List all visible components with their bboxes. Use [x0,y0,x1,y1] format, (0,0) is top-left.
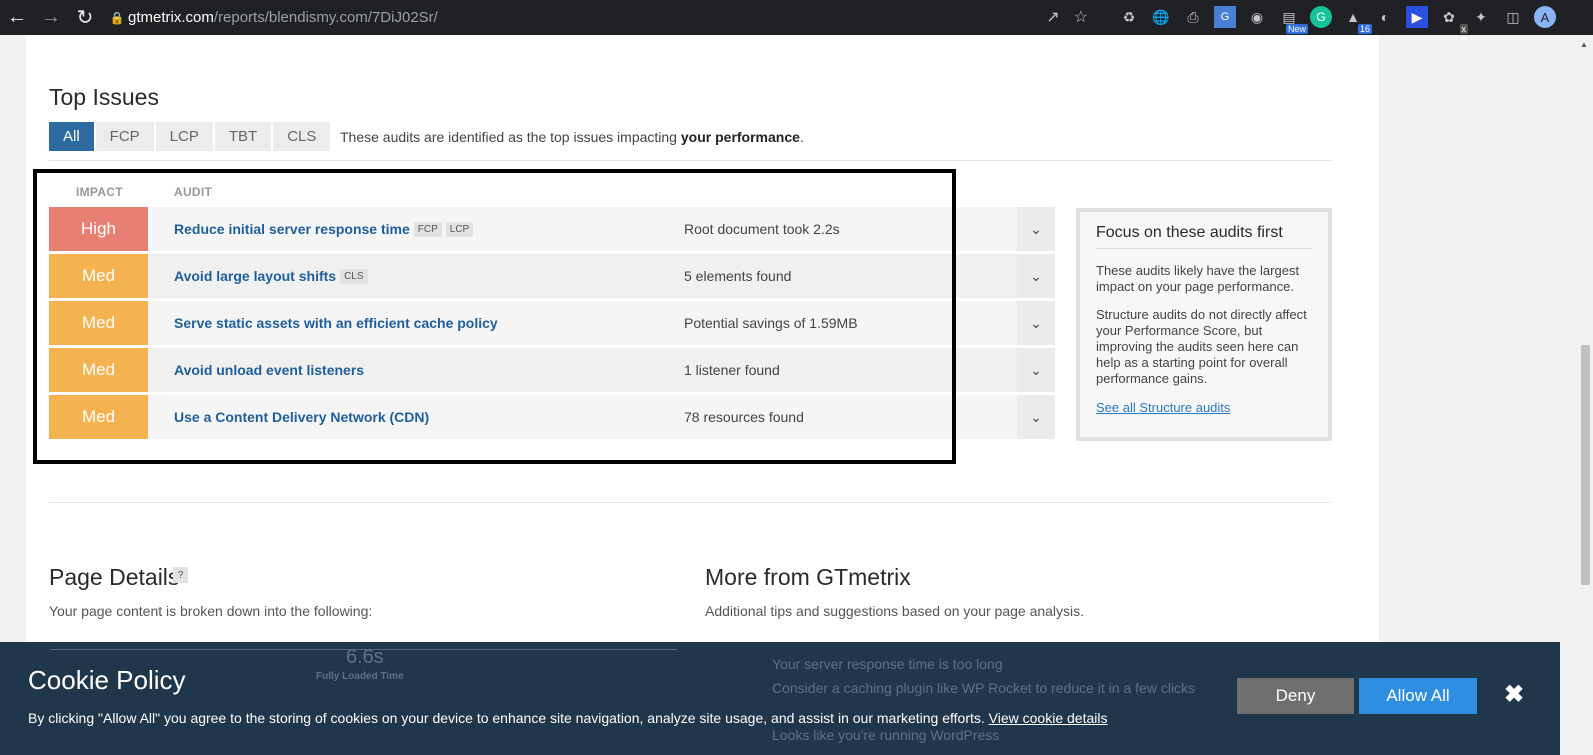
more-subtitle: Additional tips and suggestions based on… [705,603,1085,619]
video-extension-icon[interactable]: ▶ [1406,6,1428,28]
color-extension-icon[interactable]: ◐ [1374,6,1396,28]
expand-chevron-icon[interactable]: ⌄ [1017,301,1055,345]
tabs-note-suffix: . [799,129,804,145]
focus-panel-title: Focus on these audits first [1096,224,1312,249]
tab-all[interactable]: All [49,122,94,151]
tab-tbt[interactable]: TBT [214,122,272,151]
back-icon[interactable]: ← [0,6,34,29]
annotation-highlight-box [33,169,956,464]
x-badge: x [1459,24,1468,34]
tabs-note-text: These audits are identified as the top i… [340,129,681,145]
cookie-banner: 6.6s Fully Loaded Time Your server respo… [0,642,1560,755]
focus-audits-panel: Focus on these audits first These audits… [1076,208,1332,441]
globe-extension-icon[interactable]: 🌐 [1150,6,1172,28]
obscured-tip: Your server response time is too long [772,656,1003,672]
url-domain: gtmetrix.com [128,9,214,26]
lock-icon: 🔒 [109,10,125,25]
deny-button[interactable]: Deny [1237,678,1354,714]
tab-cls[interactable]: CLS [273,122,331,151]
printer-extension-icon[interactable]: ⎙ [1182,6,1204,28]
see-all-structure-audits-link[interactable]: See all Structure audits [1096,400,1230,415]
share-icon[interactable]: ↗ [1046,7,1059,27]
tabs-note: These audits are identified as the top i… [340,129,804,145]
focus-panel-text: These audits likely have the largest imp… [1096,263,1300,294]
graduation-extension-icon[interactable]: ▲ 16 [1342,6,1372,34]
obscured-tip: Looks like you're running WordPress [772,727,1000,743]
obscured-fully-loaded: 6.6s [346,646,384,668]
url-path: /reports/blendismy.com/7DiJ02Sr/ [213,9,438,26]
extensions-bar: ♻ 🌐 ⎙ G ◉ ▤ New G ▲ 16 ◐ ▶ ✿ x ✦ ◫ A [1118,6,1556,34]
scrollbar-thumb[interactable] [1581,345,1590,585]
count-badge: 16 [1357,24,1372,34]
tab-lcp[interactable]: LCP [155,122,213,151]
more-from-gtmetrix-title: More from GTmetrix [705,564,911,590]
profile-avatar[interactable]: A [1534,6,1556,28]
obscured-fully-loaded-label: Fully Loaded Time [316,671,404,682]
help-icon[interactable]: ? [173,567,188,583]
reload-icon[interactable]: ↻ [68,5,102,30]
divider [49,502,1331,503]
focus-panel-text: Structure audits do not directly affect … [1096,307,1307,386]
top-issues-title: Top Issues [49,84,159,110]
issue-filter-tabs: All FCP LCP TBT CLS [49,122,331,151]
expand-chevron-icon[interactable]: ⌄ [1017,207,1055,251]
expand-chevron-icon[interactable]: ⌄ [1017,254,1055,298]
close-icon[interactable]: ✖ [1504,680,1524,709]
cookie-message-text: By clicking "Allow All" you agree to the… [28,710,985,726]
scroll-up-arrow-icon[interactable]: ▲ [1580,40,1588,49]
page-details-subtitle: Your page content is broken down into th… [49,603,373,619]
leaf-extension-icon[interactable]: ✿ x [1438,6,1468,34]
divider [49,160,1331,161]
expand-chevron-icon[interactable]: ⌄ [1017,348,1055,392]
sidebar-toggle-icon[interactable]: ◫ [1502,6,1524,28]
new-extension-icon[interactable]: ▤ New [1278,6,1308,34]
expand-chevron-icon[interactable]: ⌄ [1017,395,1055,439]
recycle-extension-icon[interactable]: ♻ [1118,6,1140,28]
tab-fcp[interactable]: FCP [95,122,154,151]
new-badge: New [1285,24,1308,34]
camera-extension-icon[interactable]: ◉ [1246,6,1268,28]
cookie-message: By clicking "Allow All" you agree to the… [28,710,1107,726]
tabs-note-bold: your performance [680,129,800,145]
cookie-policy-title: Cookie Policy [28,665,186,695]
page-details-title: Page Details [49,564,180,590]
forward-icon[interactable]: → [34,6,68,29]
grammarly-extension-icon[interactable]: G [1310,6,1332,28]
translate-extension-icon[interactable]: G [1214,6,1236,28]
bookmark-star-icon[interactable]: ☆ [1074,7,1088,27]
address-bar[interactable]: 🔒 gtmetrix.com/reports/blendismy.com/7Di… [106,3,1100,32]
allow-all-button[interactable]: Allow All [1359,678,1477,714]
obscured-tip-sub: Consider a caching plugin like WP Rocket… [772,680,1196,696]
view-cookie-details-link[interactable]: View cookie details [989,710,1108,726]
puzzle-extension-icon[interactable]: ✦ [1470,6,1492,28]
